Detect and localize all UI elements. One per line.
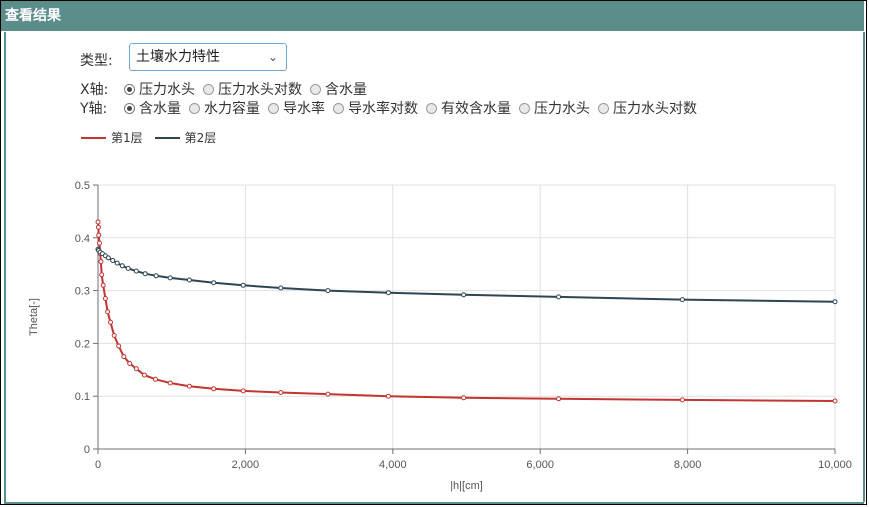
data-point (100, 282, 106, 288)
data-point (105, 255, 111, 261)
x-tick-label: 4,000 (379, 459, 407, 471)
data-point (133, 366, 139, 372)
data-point (96, 232, 102, 238)
y-tick-label: 0.5 (75, 180, 90, 192)
data-point (142, 271, 148, 277)
series-line-1 (97, 221, 836, 402)
data-point (99, 272, 105, 278)
data-point (125, 265, 131, 271)
data-point (141, 372, 147, 378)
line-chart: 0 0.1 0.2 0.3 0.4 0.5 0 2,000 4,000 6,000 8,000 10,… (28, 180, 852, 492)
data-point (461, 395, 467, 401)
data-point (461, 292, 467, 298)
data-point (95, 224, 101, 230)
data-point (167, 380, 173, 386)
data-point (153, 273, 159, 279)
data-point (95, 219, 101, 225)
data-point (385, 290, 391, 296)
data-point (325, 391, 331, 397)
data-point (97, 240, 102, 246)
data-point (133, 268, 139, 274)
data-point (153, 376, 158, 382)
x-tick-label: 0 (95, 459, 101, 471)
x-tick-label: 10,000 (818, 459, 852, 471)
data-point (102, 296, 108, 301)
y-tick-label: 0.1 (75, 391, 90, 403)
data-point (186, 277, 192, 283)
data-point (105, 309, 111, 315)
data-point (556, 294, 562, 300)
data-point (110, 258, 116, 263)
data-point (679, 297, 685, 303)
data-point (119, 263, 125, 269)
y-axis-title: Theta[-] (28, 298, 40, 336)
data-point (325, 288, 331, 294)
data-point (167, 275, 173, 281)
data-point (832, 299, 838, 305)
data-point (278, 390, 284, 395)
x-tick-label: 2,000 (232, 459, 260, 471)
data-point (111, 333, 117, 338)
x-axis-title: |h|[cm] (450, 480, 483, 492)
data-point (121, 354, 127, 360)
data-point (116, 343, 122, 349)
data-point (278, 285, 284, 291)
data-point (679, 397, 685, 403)
y-tick-label: 0.3 (75, 286, 90, 298)
y-tick-label: 0.2 (75, 338, 90, 350)
x-tick-label: 6,000 (526, 459, 554, 471)
data-point (127, 361, 133, 366)
series-line-2 (97, 248, 836, 303)
data-point (240, 282, 246, 288)
data-point (98, 259, 104, 265)
data-point (114, 260, 120, 266)
data-point (211, 280, 217, 286)
x-tick-label: 8,000 (674, 459, 702, 471)
y-tick-label: 0.4 (75, 233, 90, 245)
data-point (385, 393, 391, 399)
data-point (240, 388, 246, 394)
data-point (832, 398, 838, 404)
data-point (186, 383, 192, 389)
data-point (211, 386, 217, 392)
data-point (556, 396, 562, 402)
y-tick-label: 0 (84, 444, 90, 456)
data-point (108, 319, 113, 325)
